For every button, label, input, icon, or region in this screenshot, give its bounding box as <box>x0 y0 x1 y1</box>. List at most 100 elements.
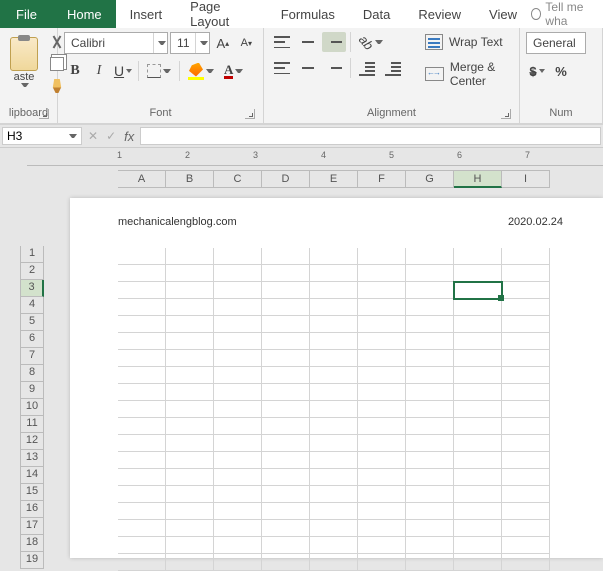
cell-F14[interactable] <box>358 469 406 486</box>
cell-B10[interactable] <box>166 401 214 418</box>
cell-D15[interactable] <box>262 486 310 503</box>
cell-C2[interactable] <box>214 265 262 282</box>
row-header-7[interactable]: 7 <box>20 348 44 365</box>
cell-F4[interactable] <box>358 299 406 316</box>
align-left-button[interactable] <box>270 58 294 78</box>
cell-E15[interactable] <box>310 486 358 503</box>
decrease-font-button[interactable]: A▾ <box>236 32 257 54</box>
number-format-combo[interactable]: General <box>526 32 586 54</box>
cell-B17[interactable] <box>166 520 214 537</box>
cell-A16[interactable] <box>118 503 166 520</box>
row-header-14[interactable]: 14 <box>20 467 44 484</box>
cell-H7[interactable] <box>454 350 502 367</box>
cell-H9[interactable] <box>454 384 502 401</box>
cell-F11[interactable] <box>358 418 406 435</box>
align-middle-button[interactable] <box>296 32 320 52</box>
cell-D13[interactable] <box>262 452 310 469</box>
currency-button[interactable]: $ <box>526 60 548 82</box>
cell-C6[interactable] <box>214 333 262 350</box>
cell-I10[interactable] <box>502 401 550 418</box>
tab-page-layout[interactable]: Page Layout <box>176 0 267 28</box>
cell-B7[interactable] <box>166 350 214 367</box>
cell-D3[interactable] <box>262 282 310 299</box>
cell-G8[interactable] <box>406 367 454 384</box>
cell-D11[interactable] <box>262 418 310 435</box>
cell-F17[interactable] <box>358 520 406 537</box>
tab-review[interactable]: Review <box>404 0 475 28</box>
row-header-11[interactable]: 11 <box>20 416 44 433</box>
row-header-3[interactable]: 3 <box>20 280 44 297</box>
column-header-A[interactable]: A <box>118 170 166 188</box>
cell-D1[interactable] <box>262 248 310 265</box>
cell-F5[interactable] <box>358 316 406 333</box>
cell-E18[interactable] <box>310 537 358 554</box>
cell-F3[interactable] <box>358 282 406 299</box>
cell-H18[interactable] <box>454 537 502 554</box>
row-header-15[interactable]: 15 <box>20 484 44 501</box>
row-header-19[interactable]: 19 <box>20 552 44 569</box>
cell-H13[interactable] <box>454 452 502 469</box>
cell-H14[interactable] <box>454 469 502 486</box>
cell-H5[interactable] <box>454 316 502 333</box>
cell-F12[interactable] <box>358 435 406 452</box>
cell-E1[interactable] <box>310 248 358 265</box>
cell-H12[interactable] <box>454 435 502 452</box>
cell-E17[interactable] <box>310 520 358 537</box>
cell-H10[interactable] <box>454 401 502 418</box>
align-center-button[interactable] <box>296 58 320 78</box>
cell-grid[interactable] <box>118 248 550 571</box>
cell-G3[interactable] <box>406 282 454 299</box>
cell-C11[interactable] <box>214 418 262 435</box>
cell-B15[interactable] <box>166 486 214 503</box>
cell-C15[interactable] <box>214 486 262 503</box>
cell-H19[interactable] <box>454 554 502 571</box>
tab-file[interactable]: File <box>0 0 53 28</box>
cell-F1[interactable] <box>358 248 406 265</box>
dialog-launcher-icon[interactable] <box>245 109 255 119</box>
cell-A5[interactable] <box>118 316 166 333</box>
cell-G13[interactable] <box>406 452 454 469</box>
align-right-button[interactable] <box>322 58 346 78</box>
cell-E3[interactable] <box>310 282 358 299</box>
cell-C3[interactable] <box>214 282 262 299</box>
cell-B4[interactable] <box>166 299 214 316</box>
cell-B16[interactable] <box>166 503 214 520</box>
cell-A3[interactable] <box>118 282 166 299</box>
cell-G19[interactable] <box>406 554 454 571</box>
cell-I8[interactable] <box>502 367 550 384</box>
column-header-E[interactable]: E <box>310 170 358 188</box>
cell-E5[interactable] <box>310 316 358 333</box>
cell-A11[interactable] <box>118 418 166 435</box>
italic-button[interactable]: I <box>88 60 110 82</box>
increase-indent-button[interactable] <box>381 58 405 78</box>
enter-icon[interactable]: ✓ <box>106 129 116 143</box>
cell-G15[interactable] <box>406 486 454 503</box>
cell-G9[interactable] <box>406 384 454 401</box>
cell-E19[interactable] <box>310 554 358 571</box>
cell-A19[interactable] <box>118 554 166 571</box>
cell-F7[interactable] <box>358 350 406 367</box>
cell-I2[interactable] <box>502 265 550 282</box>
chevron-down-icon[interactable] <box>69 134 77 138</box>
cell-G18[interactable] <box>406 537 454 554</box>
cell-C18[interactable] <box>214 537 262 554</box>
cell-H15[interactable] <box>454 486 502 503</box>
cell-D7[interactable] <box>262 350 310 367</box>
cell-I4[interactable] <box>502 299 550 316</box>
tab-insert[interactable]: Insert <box>116 0 177 28</box>
cell-C8[interactable] <box>214 367 262 384</box>
cell-A10[interactable] <box>118 401 166 418</box>
cell-H4[interactable] <box>454 299 502 316</box>
cell-H8[interactable] <box>454 367 502 384</box>
increase-font-button[interactable]: A▴ <box>212 32 233 54</box>
cell-E11[interactable] <box>310 418 358 435</box>
cell-I15[interactable] <box>502 486 550 503</box>
row-header-18[interactable]: 18 <box>20 535 44 552</box>
cell-I7[interactable] <box>502 350 550 367</box>
row-header-12[interactable]: 12 <box>20 433 44 450</box>
fill-color-button[interactable] <box>184 61 218 82</box>
cell-I3[interactable] <box>502 282 550 299</box>
tell-me-search[interactable]: Tell me wha <box>531 0 603 28</box>
cell-D14[interactable] <box>262 469 310 486</box>
cell-B14[interactable] <box>166 469 214 486</box>
